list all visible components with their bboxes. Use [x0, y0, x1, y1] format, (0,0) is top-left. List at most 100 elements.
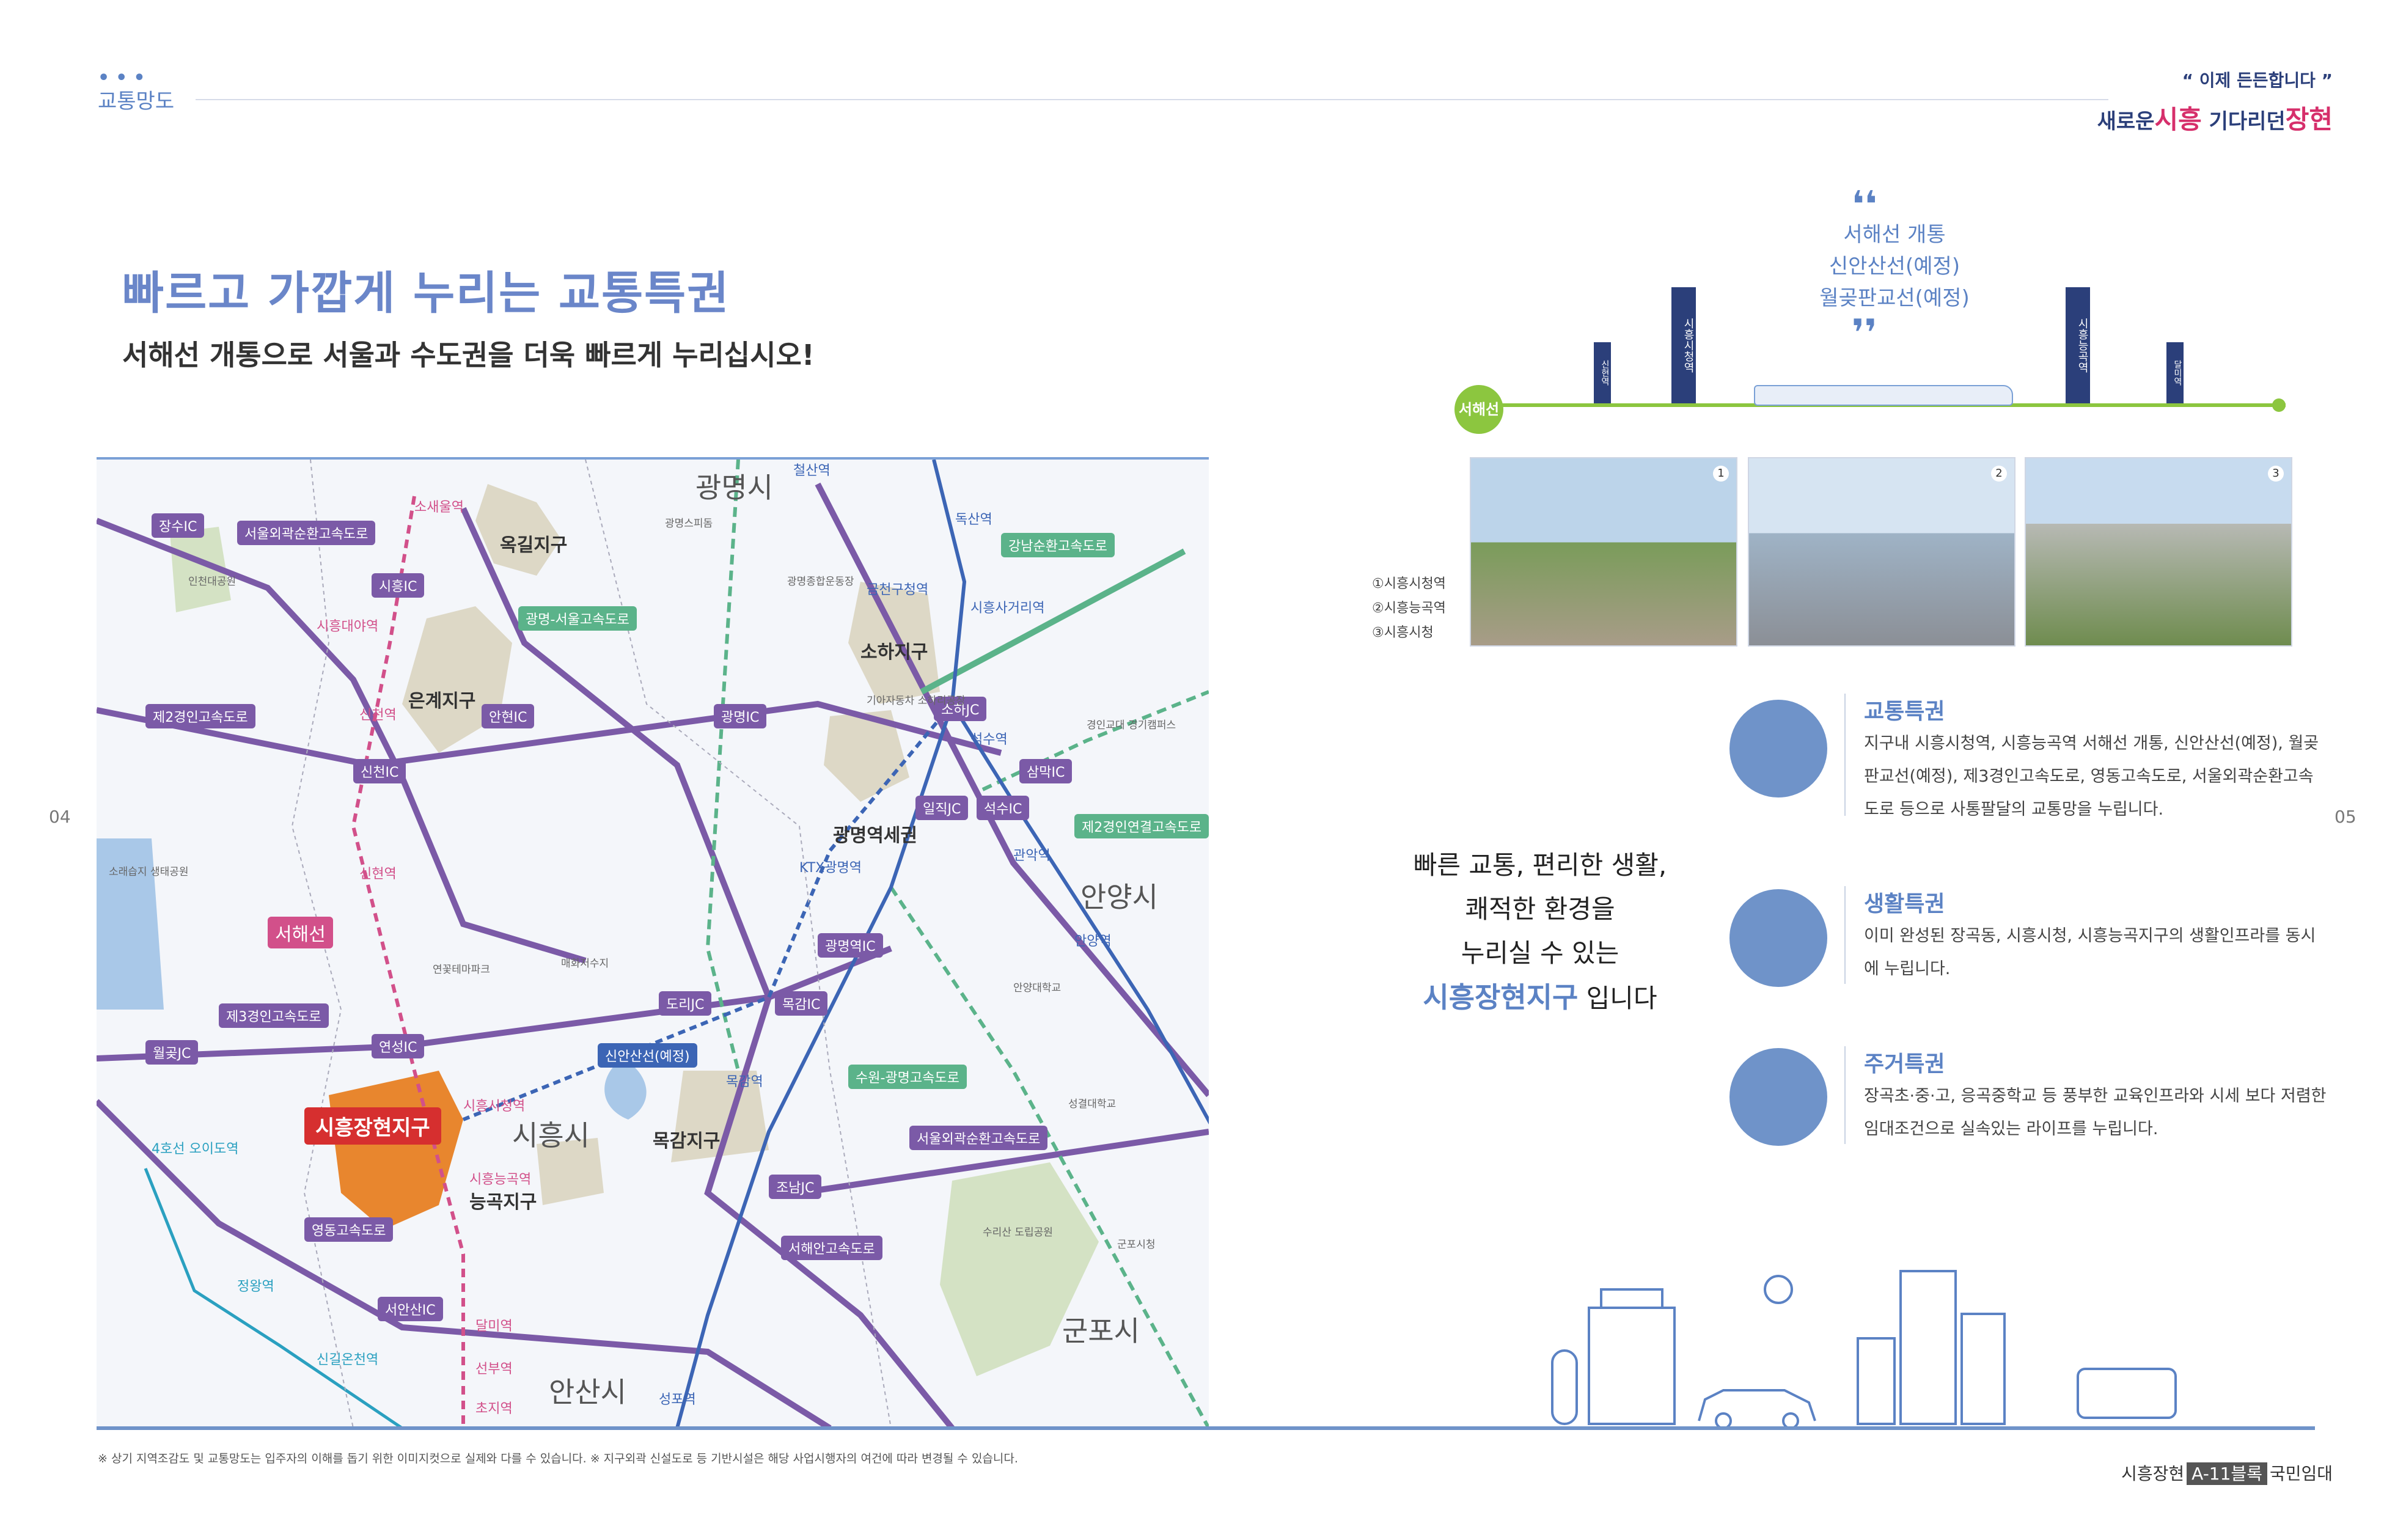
station-label: 안양역 [1074, 934, 1112, 949]
line-label-seohae: 서해선 [268, 917, 333, 948]
station-sign: 시흥능곡역 [2066, 287, 2090, 403]
station-label: 달미역 [475, 1319, 513, 1334]
ic-label: 안현IC [482, 704, 535, 728]
ic-label: 장수IC [152, 513, 205, 538]
station-sign: 시흥시청역 [1671, 287, 1696, 403]
station-label: 성포역 [659, 1392, 696, 1407]
target-label: 시흥장현지구 [304, 1107, 441, 1145]
ic-label: 조남JC [769, 1175, 822, 1199]
station-label: 신길온천역 [317, 1352, 379, 1368]
poi-label: 성결대학교 [1068, 1098, 1117, 1110]
station-label: 독산역 [955, 512, 992, 527]
ic-label: 신천IC [353, 759, 406, 783]
slogan-line: 시흥장현지구 입니다 [1393, 975, 1687, 1021]
transport-map: 광명시 안양시 시흥시 군포시 안산시 옥길지구 은계지구 소하지구 광명역세권… [97, 457, 1209, 1428]
district-soha: 소하지구 [860, 642, 928, 663]
ic-label: 시흥IC [372, 573, 425, 598]
ic-label: 연성IC [372, 1034, 425, 1058]
photo-siheung-city-station: 1 [1470, 457, 1737, 647]
district-neunggok: 능곡지구 [469, 1192, 537, 1213]
photo-number: 3 [2268, 466, 2284, 482]
page-title: 빠르고 가깝게 누리는 교통특권 [122, 267, 730, 320]
station-label: 금천구청역 [867, 582, 929, 598]
city-skyline-icon [1551, 1270, 2177, 1429]
road-label: 제2경인연결고속도로 [1074, 814, 1209, 838]
footer-brand-block: A-11블록 [2187, 1462, 2267, 1485]
station-label: 4호선 오이도역 [152, 1142, 239, 1157]
photo-number: 2 [1991, 466, 2007, 482]
feature-body: 장곡초·중·고, 응곡중학교 등 풍부한 교육인프라와 시세 보다 저렴한 임대… [1864, 1087, 2327, 1138]
reservoir [604, 1058, 647, 1120]
section-label: 교통망도 [98, 89, 175, 114]
ic-label: 일직JC [915, 796, 969, 820]
road-label: 영동고속도로 [304, 1217, 394, 1242]
station-label: 시흥시청역 [463, 1099, 526, 1114]
page-subtitle: 서해선 개통으로 서울과 수도권을 더욱 빠르게 누리십시오! [122, 339, 815, 372]
station-label: 초지역 [475, 1401, 513, 1417]
ic-label: 석수IC [977, 796, 1030, 820]
poi-label: 안양대학교 [1013, 982, 1062, 994]
station-label: 석수역 [970, 732, 1008, 747]
ic-label: 서안산IC [378, 1297, 443, 1321]
ic-label: 광명IC [714, 704, 767, 728]
city-ansan: 안산시 [549, 1376, 626, 1409]
footer-brand-type: 국민임대 [2269, 1464, 2333, 1484]
line-blue-2 [950, 703, 1209, 1125]
brand-city: 시흥 [2154, 105, 2202, 134]
road-label: 제2경인고속도로 [145, 704, 255, 728]
cart-icon [1729, 889, 1827, 987]
train-icon [1754, 385, 2013, 406]
eungye-area [402, 606, 512, 753]
quote-line: 서해선 개통 [1843, 222, 1946, 247]
road-2nd-link [981, 690, 1209, 791]
station-label: KTX광명역 [799, 860, 862, 876]
footnote: ※ 상기 지역조감도 및 교통망도는 입주자의 이해를 돕기 위한 이미지컷으로… [98, 1452, 1018, 1465]
header-rule [196, 99, 2108, 100]
poi-label: 매화저수지 [561, 958, 609, 970]
divider [1844, 694, 1846, 816]
district-eungye: 은계지구 [408, 691, 476, 712]
feature-title: 생활특권 [1864, 892, 1945, 917]
slogan-line: 쾌적한 환경을 [1465, 894, 1615, 924]
city-gunpo: 군포시 [1062, 1314, 1140, 1348]
station-label: 신현역 [359, 867, 397, 882]
photo-captions: ①시흥시청역 ②시흥능곡역 ③시흥시청 [1372, 572, 1446, 645]
station-label: 소새울역 [414, 500, 464, 515]
footer-brand: 시흥장현 A-11블록 국민임대 [2121, 1461, 2333, 1485]
station-label: 관악역 [1013, 848, 1051, 864]
slogan-line: 빠른 교통, 편리한 생활, [1413, 850, 1667, 880]
station-label: 시흥능곡역 [469, 1172, 532, 1187]
line-label-shinansan: 신안산선(예정) [598, 1043, 697, 1068]
road-label: 서울외곽순환고속도로 [909, 1126, 1048, 1150]
slogan: 빠른 교통, 편리한 생활, 쾌적한 환경을 누리실 수 있는 시흥장현지구 입… [1393, 843, 1687, 1021]
station-label: 목감역 [726, 1074, 763, 1090]
quote-close-icon: ❜❜ [1852, 312, 1877, 354]
station-label: 신천역 [359, 708, 397, 723]
poi-label: 인천대공원 [188, 576, 237, 588]
ic-label: 삼막IC [1019, 759, 1073, 783]
poi-label: 기아자동차 소하리공장 [867, 695, 966, 707]
feature-body: 이미 완성된 장곡동, 시흥시청, 시흥능곡지구의 생활인프라를 동시에 누립니… [1864, 926, 2316, 978]
line-tag: 서해선 [1454, 385, 1503, 434]
poi-label: 소래습지 생태공원 [109, 866, 189, 878]
road-label: 수원-광명고속도로 [848, 1065, 967, 1089]
ic-label: 목감IC [775, 991, 828, 1016]
footer-brand-name: 시흥장현 [2121, 1464, 2185, 1484]
building-icon [1729, 1048, 1827, 1146]
poi-label: 수리산 도립공원 [983, 1226, 1053, 1239]
photo-caption: ②시흥능곡역 [1372, 601, 1446, 616]
brand-mid: 기다리던 [2209, 109, 2286, 134]
track-end-dot [2272, 398, 2286, 412]
station-sign: 신현역 [1594, 342, 1611, 403]
poi-label: 연꽃테마파크 [433, 964, 490, 976]
station-label: 선부역 [475, 1362, 513, 1377]
quote-block: 서해선 개통 신안산선(예정) 월곶판교선(예정) [1705, 219, 2084, 314]
ic-label: 월곶JC [145, 1040, 199, 1065]
brand-tagline: “ 이제 든든합니다 ” [2182, 70, 2333, 90]
ic-label: 광명역IC [818, 933, 883, 958]
photo-neunggok-station: 2 [1748, 457, 2015, 647]
district-gmstation: 광명역세권 [833, 825, 917, 846]
train-icon [1729, 700, 1827, 798]
photo-caption: ③시흥시청 [1372, 625, 1434, 640]
station-sign: 달미역 [2166, 342, 2184, 403]
